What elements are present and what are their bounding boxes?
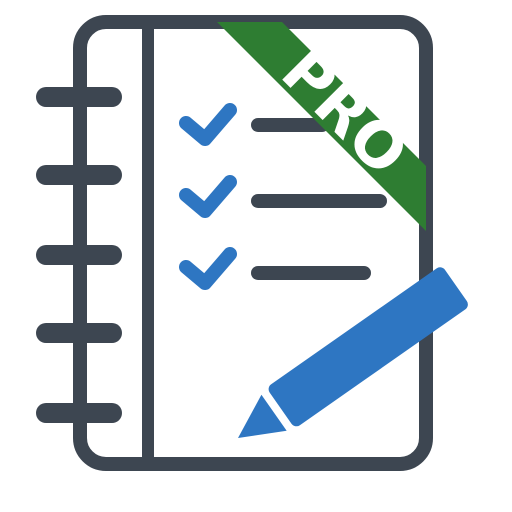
notebook-icon: PRO [36, 15, 468, 471]
app-icon: PRO [0, 0, 512, 512]
